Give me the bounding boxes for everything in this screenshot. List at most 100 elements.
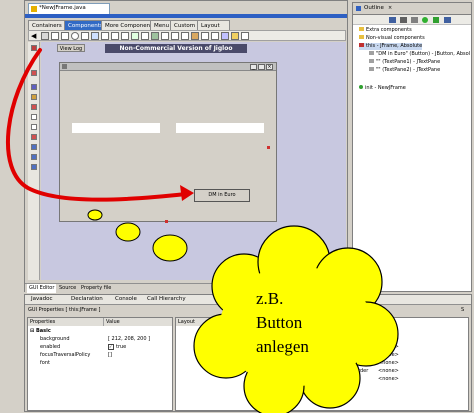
prop-name: focusTraversalPolicy (40, 352, 91, 358)
outline-view: Outline × Extra components Non-visual co… (352, 2, 472, 292)
combo-component-icon[interactable] (91, 32, 99, 40)
layout-value[interactable]: <none> (378, 336, 399, 343)
editor-pane-icon[interactable] (221, 32, 229, 40)
image-component-icon[interactable] (191, 32, 199, 40)
button-component-icon[interactable] (41, 32, 49, 40)
layout-value[interactable]: <none> (378, 368, 399, 375)
properties-table: Properties Value ⊟ Basic background [ 21… (27, 317, 173, 411)
design-canvas[interactable]: View Log Non-Commercial Version of Jiglo… (41, 42, 346, 280)
outline-item-this[interactable]: this - JFrame, Absolute (359, 43, 423, 50)
layout-icon-1[interactable] (31, 84, 37, 90)
label-component-icon[interactable] (51, 32, 59, 40)
dm-in-euro-button[interactable]: DM in Euro (194, 189, 250, 202)
outline-item-nonvisual[interactable]: Non-visual components (359, 35, 425, 42)
password-component-icon[interactable] (211, 32, 219, 40)
layout-icon-7[interactable] (31, 144, 37, 150)
minimize-icon[interactable]: _ (250, 64, 257, 70)
cloud-line-2: Button (256, 313, 303, 332)
stop-icon[interactable] (433, 17, 439, 23)
progress-component-icon[interactable] (151, 32, 159, 40)
textarea-component-icon[interactable] (111, 32, 119, 40)
layout-value[interactable]: <none> (378, 344, 399, 351)
close-icon[interactable]: × (266, 64, 273, 70)
layout-label: rder (358, 368, 369, 374)
prop-name: background (40, 336, 70, 342)
layout-icon-4[interactable] (31, 114, 37, 120)
prop-value[interactable]: ✓ true (108, 344, 126, 351)
tab-declaration[interactable]: Declaration (71, 296, 103, 302)
palette-toolbar: ◀ (28, 30, 346, 41)
prop-name: font (40, 360, 50, 366)
checkbox-component-icon[interactable] (61, 32, 69, 40)
toggle-component-icon[interactable] (201, 32, 209, 40)
view-icon[interactable] (389, 17, 396, 23)
editor-file-tab[interactable]: *NewJFrame.java (28, 3, 110, 14)
col-properties: Properties (28, 318, 104, 326)
tab-property-file[interactable]: Property file (81, 284, 111, 293)
slider-component-icon[interactable] (141, 32, 149, 40)
layout-label: rder (358, 352, 369, 358)
layout-value[interactable]: <none> (378, 360, 399, 367)
layout-icon-3[interactable] (31, 104, 37, 110)
prop-value[interactable]: [] (108, 352, 112, 359)
button-icon (369, 51, 374, 55)
grid-icon[interactable] (400, 17, 407, 23)
tab-javadoc[interactable]: Javadoc (31, 296, 53, 302)
filter-icon[interactable] (444, 17, 451, 23)
jframe-title-bar: _ × (60, 63, 276, 71)
tab-source[interactable]: Source (59, 284, 76, 293)
layout-value[interactable]: <none> (378, 376, 399, 383)
prop-value[interactable]: [ 212, 208, 200 ] (108, 336, 150, 343)
cloud-line-1: z.B. (256, 289, 284, 308)
close-icon[interactable]: × (388, 5, 392, 11)
outline-label: "" (TextPane1) - JTextPane (376, 59, 441, 65)
selection-handle[interactable] (165, 220, 168, 223)
lower-panel: Javadoc Declaration Console Call Hierarc… (24, 294, 472, 412)
run-icon[interactable] (422, 17, 428, 23)
refresh-icon[interactable] (411, 17, 418, 23)
right-column-initial: S (461, 307, 465, 313)
arrow-left-icon[interactable]: ◀ (31, 32, 39, 40)
layout-icon-2[interactable] (31, 94, 37, 100)
layout-value[interactable]: <none> (378, 352, 399, 359)
select-tool-icon[interactable] (31, 45, 37, 51)
outline-item-textpane2[interactable]: "" (TextPane2) - JTextPane (369, 67, 440, 74)
layout-icon-9[interactable] (31, 164, 37, 170)
outline-item-extra[interactable]: Extra components (359, 27, 412, 34)
section-basic[interactable]: ⊟ Basic (30, 328, 51, 335)
textfield-component-icon[interactable] (81, 32, 89, 40)
text-pane-1[interactable] (72, 123, 160, 133)
separator-component-icon[interactable] (181, 32, 189, 40)
tab-call-hierarchy[interactable]: Call Hierarchy (147, 296, 186, 302)
outline-item-button[interactable]: "DM in Euro" (Button) - JButton, Absol (369, 51, 471, 58)
editor-file-tab-label: *NewJFrame.java (39, 5, 86, 11)
list-component-icon[interactable] (101, 32, 109, 40)
toggle-view-icon[interactable] (31, 70, 37, 76)
method-icon (359, 85, 363, 89)
radio-component-icon[interactable] (71, 32, 79, 40)
col-value: Value (104, 318, 172, 326)
outline-item-textpane1[interactable]: "" (TextPane1) - JTextPane (369, 59, 440, 66)
folder-component-icon[interactable] (231, 32, 239, 40)
view-log-tab[interactable]: View Log (57, 44, 85, 52)
layout-icon-5[interactable] (31, 124, 37, 130)
layout-icon-8[interactable] (31, 154, 37, 160)
panel-component-icon[interactable] (241, 32, 249, 40)
jframe-form[interactable]: _ × DM in Euro (59, 62, 277, 222)
tab-gui-editor[interactable]: GUI Editor (27, 284, 57, 293)
tab-console[interactable]: Console (115, 296, 137, 302)
tree-component-icon[interactable] (131, 32, 139, 40)
selection-handle[interactable] (267, 146, 270, 149)
textpane-icon (369, 59, 374, 63)
layout-icon-6[interactable] (31, 134, 37, 140)
outline-item-init[interactable]: init - NewJFrame (359, 85, 406, 92)
maximize-icon[interactable] (258, 64, 265, 70)
spinner-component-icon[interactable] (161, 32, 169, 40)
watermark-banner: Non-Commercial Version of Jigloo (105, 44, 247, 53)
checkbox-icon[interactable]: ✓ (108, 344, 114, 350)
table-component-icon[interactable] (121, 32, 129, 40)
outline-tab[interactable]: Outline × (353, 3, 471, 15)
text-pane-2[interactable] (176, 123, 264, 133)
scrollbar-component-icon[interactable] (171, 32, 179, 40)
outline-label: Non-visual components (366, 35, 425, 41)
